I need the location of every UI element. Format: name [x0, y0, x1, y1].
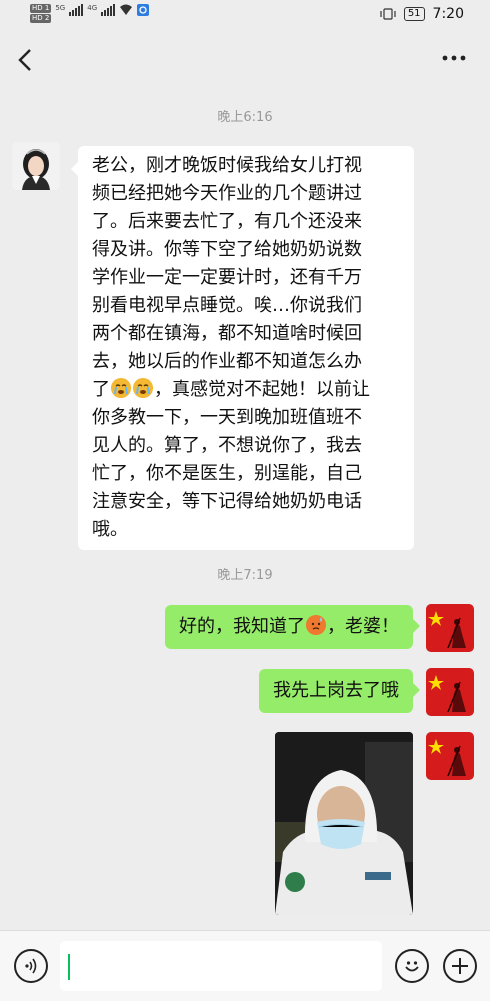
message-line: 哦。: [92, 519, 128, 540]
message-line: 了。后来要去忙了，有几个还没来: [92, 211, 362, 232]
status-right: 51 7:20: [380, 6, 464, 22]
notification-app-icon: [137, 4, 150, 16]
message-line: 你多教一下，一天到晚加班值班不: [92, 407, 362, 428]
message-line: 两个都在镇海，都不知道啥时候回: [92, 323, 362, 344]
message-segment: 好的，我知道了: [179, 616, 305, 637]
flag-avatar-image: [426, 604, 474, 652]
crying-face-emoji: [111, 378, 131, 398]
sweating-face-emoji: [306, 615, 326, 635]
message-line-with-emoji: 了 ，真感觉对不起她！以前让: [92, 376, 400, 404]
message-line: 别看电视早点睡觉。唉…你说我们: [92, 295, 362, 316]
message-segment: ，老婆！: [327, 616, 399, 637]
network-type-2: 4G: [87, 4, 98, 12]
sim2-badge: HD 2: [30, 14, 52, 23]
sim1-badge: HD 1: [30, 4, 52, 13]
message-line: 得及讲。你等下空了给她奶奶说数: [92, 239, 362, 260]
outgoing-message-bubble[interactable]: 我先上岗去了哦: [259, 669, 420, 713]
message-line: 见人的。算了，不想说你了，我去: [92, 435, 362, 456]
message-timestamp: 晚上7:19: [217, 568, 273, 583]
flag-avatar-image: [426, 732, 474, 780]
message-input[interactable]: [60, 941, 382, 991]
my-avatar[interactable]: [426, 604, 474, 652]
message-text: 我先上岗去了哦: [273, 680, 399, 701]
chevron-left-icon[interactable]: [12, 46, 40, 74]
contact-avatar[interactable]: [12, 142, 60, 190]
crying-face-emoji: [133, 378, 153, 398]
message-segment: ，真感觉对不起她！以前让: [154, 379, 370, 400]
message-line: 老公，刚才晚饭时候我给女儿打视: [92, 155, 362, 176]
my-avatar[interactable]: [426, 732, 474, 780]
vibrate-icon: [380, 8, 396, 20]
plus-icon[interactable]: [443, 949, 477, 983]
incoming-message-bubble[interactable]: 老公，刚才晚饭时候我给女儿打视 频已经把她今天作业的几个题讲过 了。后来要去忙了…: [71, 146, 414, 550]
clock: 7:20: [432, 6, 464, 22]
message-line: 忙了，你不是医生，别逞能，自己: [92, 463, 362, 484]
battery-indicator: 51: [403, 7, 425, 21]
status-bar: HD 1 HD 2 5G 4G 51 7:20: [0, 0, 490, 32]
outgoing-message-bubble[interactable]: 好的，我知道了 ，老婆！: [165, 605, 420, 649]
message-line: 去，她以后的作业都不知道怎么办: [92, 351, 362, 372]
message-input-bar: [0, 930, 490, 1001]
message-segment: 了: [92, 379, 110, 400]
message-line: 注意安全，等下记得给她奶奶电话: [92, 491, 362, 512]
wifi-icon: [120, 4, 133, 15]
signal-group: HD 1 HD 2 5G 4G: [30, 4, 150, 24]
signal-bars-2-icon: [101, 4, 116, 16]
signal-bars-1-icon: [69, 4, 84, 16]
flag-avatar-image: [426, 668, 474, 716]
person-in-protective-suit-photo[interactable]: [275, 732, 413, 915]
emoji-icon[interactable]: [395, 949, 429, 983]
text-caret: [68, 954, 70, 980]
message-line: 学作业一定一定要计时，还有千万: [92, 267, 362, 288]
my-avatar[interactable]: [426, 668, 474, 716]
message-timestamp: 晚上6:16: [217, 110, 273, 125]
message-line: 频已经把她今天作业的几个题讲过: [92, 183, 362, 204]
ellipsis-icon[interactable]: [440, 48, 468, 68]
network-type-1: 5G: [55, 4, 66, 12]
chat-header: [0, 40, 490, 80]
voice-icon[interactable]: [14, 949, 48, 983]
